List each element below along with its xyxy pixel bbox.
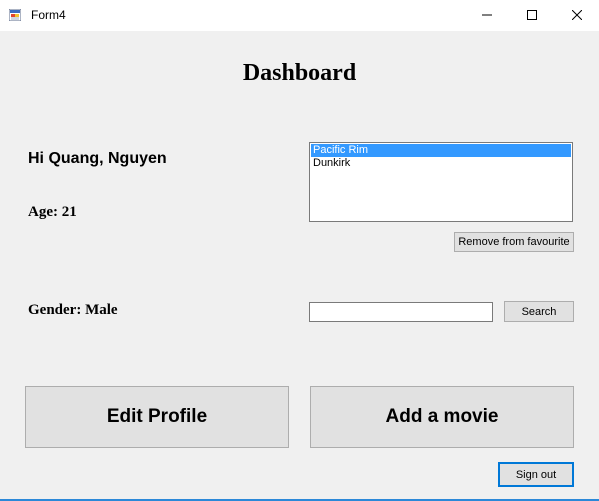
close-icon <box>571 10 582 20</box>
maximize-icon <box>526 10 537 20</box>
search-button[interactable]: Search <box>504 301 574 322</box>
maximize-button[interactable] <box>509 0 554 30</box>
minimize-icon <box>481 14 492 16</box>
app-icon <box>9 9 21 21</box>
greeting-label: Hi Quang, Nguyen <box>28 150 167 167</box>
close-button[interactable] <box>554 0 599 30</box>
remove-from-favourite-button[interactable]: Remove from favourite <box>454 232 574 252</box>
favourites-listbox[interactable]: Pacific Rim Dunkirk <box>309 142 573 222</box>
title-bar: Form4 <box>0 0 599 32</box>
minimize-button[interactable] <box>464 0 509 30</box>
add-movie-button[interactable]: Add a movie <box>310 386 574 448</box>
list-item[interactable]: Dunkirk <box>311 157 571 170</box>
list-item[interactable]: Pacific Rim <box>311 144 571 157</box>
form4-window: Form4 Dashboard Hi Quang, Nguyen Age: 21… <box>0 0 599 501</box>
gender-label: Gender: Male <box>28 302 118 318</box>
age-label: Age: 21 <box>28 204 77 220</box>
sign-out-button[interactable]: Sign out <box>498 462 574 487</box>
edit-profile-button[interactable]: Edit Profile <box>25 386 289 448</box>
window-title: Form4 <box>31 8 66 22</box>
search-input[interactable] <box>309 302 493 322</box>
page-title: Dashboard <box>242 60 357 86</box>
